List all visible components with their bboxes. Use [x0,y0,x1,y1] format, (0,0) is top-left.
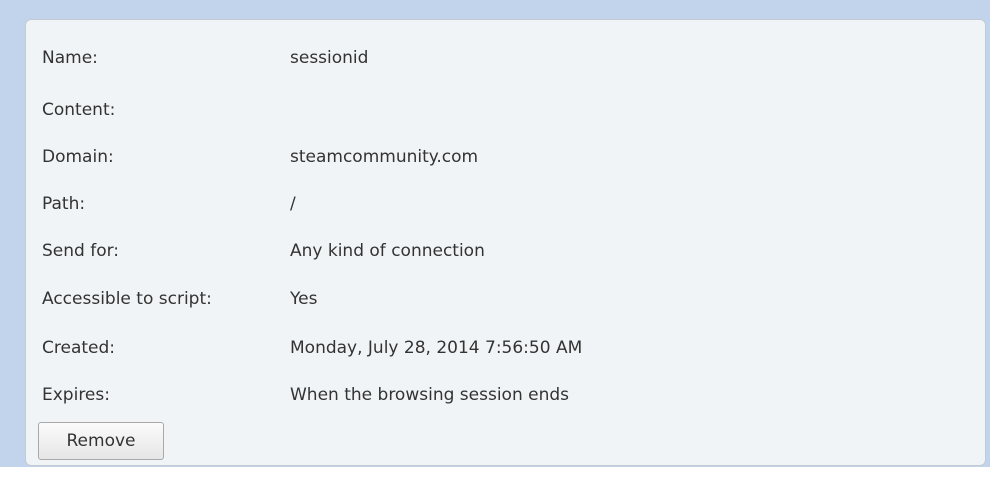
created-row: Created: Monday, July 28, 2014 7:56:50 A… [26,336,985,360]
accessible-to-script-label: Accessible to script: [42,289,212,309]
content-row: Content: [26,98,985,122]
name-row: Name: sessionid [26,46,985,70]
page-bottom-strip [0,467,990,479]
name-value: sessionid [290,48,369,68]
domain-value: steamcommunity.com [290,147,479,167]
path-value: / [290,194,296,214]
send-for-label: Send for: [42,241,120,261]
domain-label: Domain: [42,147,114,167]
content-label: Content: [42,100,116,120]
path-row: Path: / [26,192,985,216]
accessible-to-script-value: Yes [290,289,318,309]
created-label: Created: [42,338,116,358]
name-label: Name: [42,48,98,68]
accessible-to-script-row: Accessible to script: Yes [26,287,985,311]
created-value: Monday, July 28, 2014 7:56:50 AM [290,338,583,358]
send-for-value: Any kind of connection [290,241,485,261]
domain-row: Domain: steamcommunity.com [26,145,985,169]
cookie-details-panel: Name: sessionid Content: Domain: steamco… [25,19,986,466]
remove-button[interactable]: Remove [38,422,164,460]
expires-label: Expires: [42,385,110,405]
expires-value: When the browsing session ends [290,385,569,405]
path-label: Path: [42,194,86,214]
send-for-row: Send for: Any kind of connection [26,239,985,263]
expires-row: Expires: When the browsing session ends [26,383,985,407]
